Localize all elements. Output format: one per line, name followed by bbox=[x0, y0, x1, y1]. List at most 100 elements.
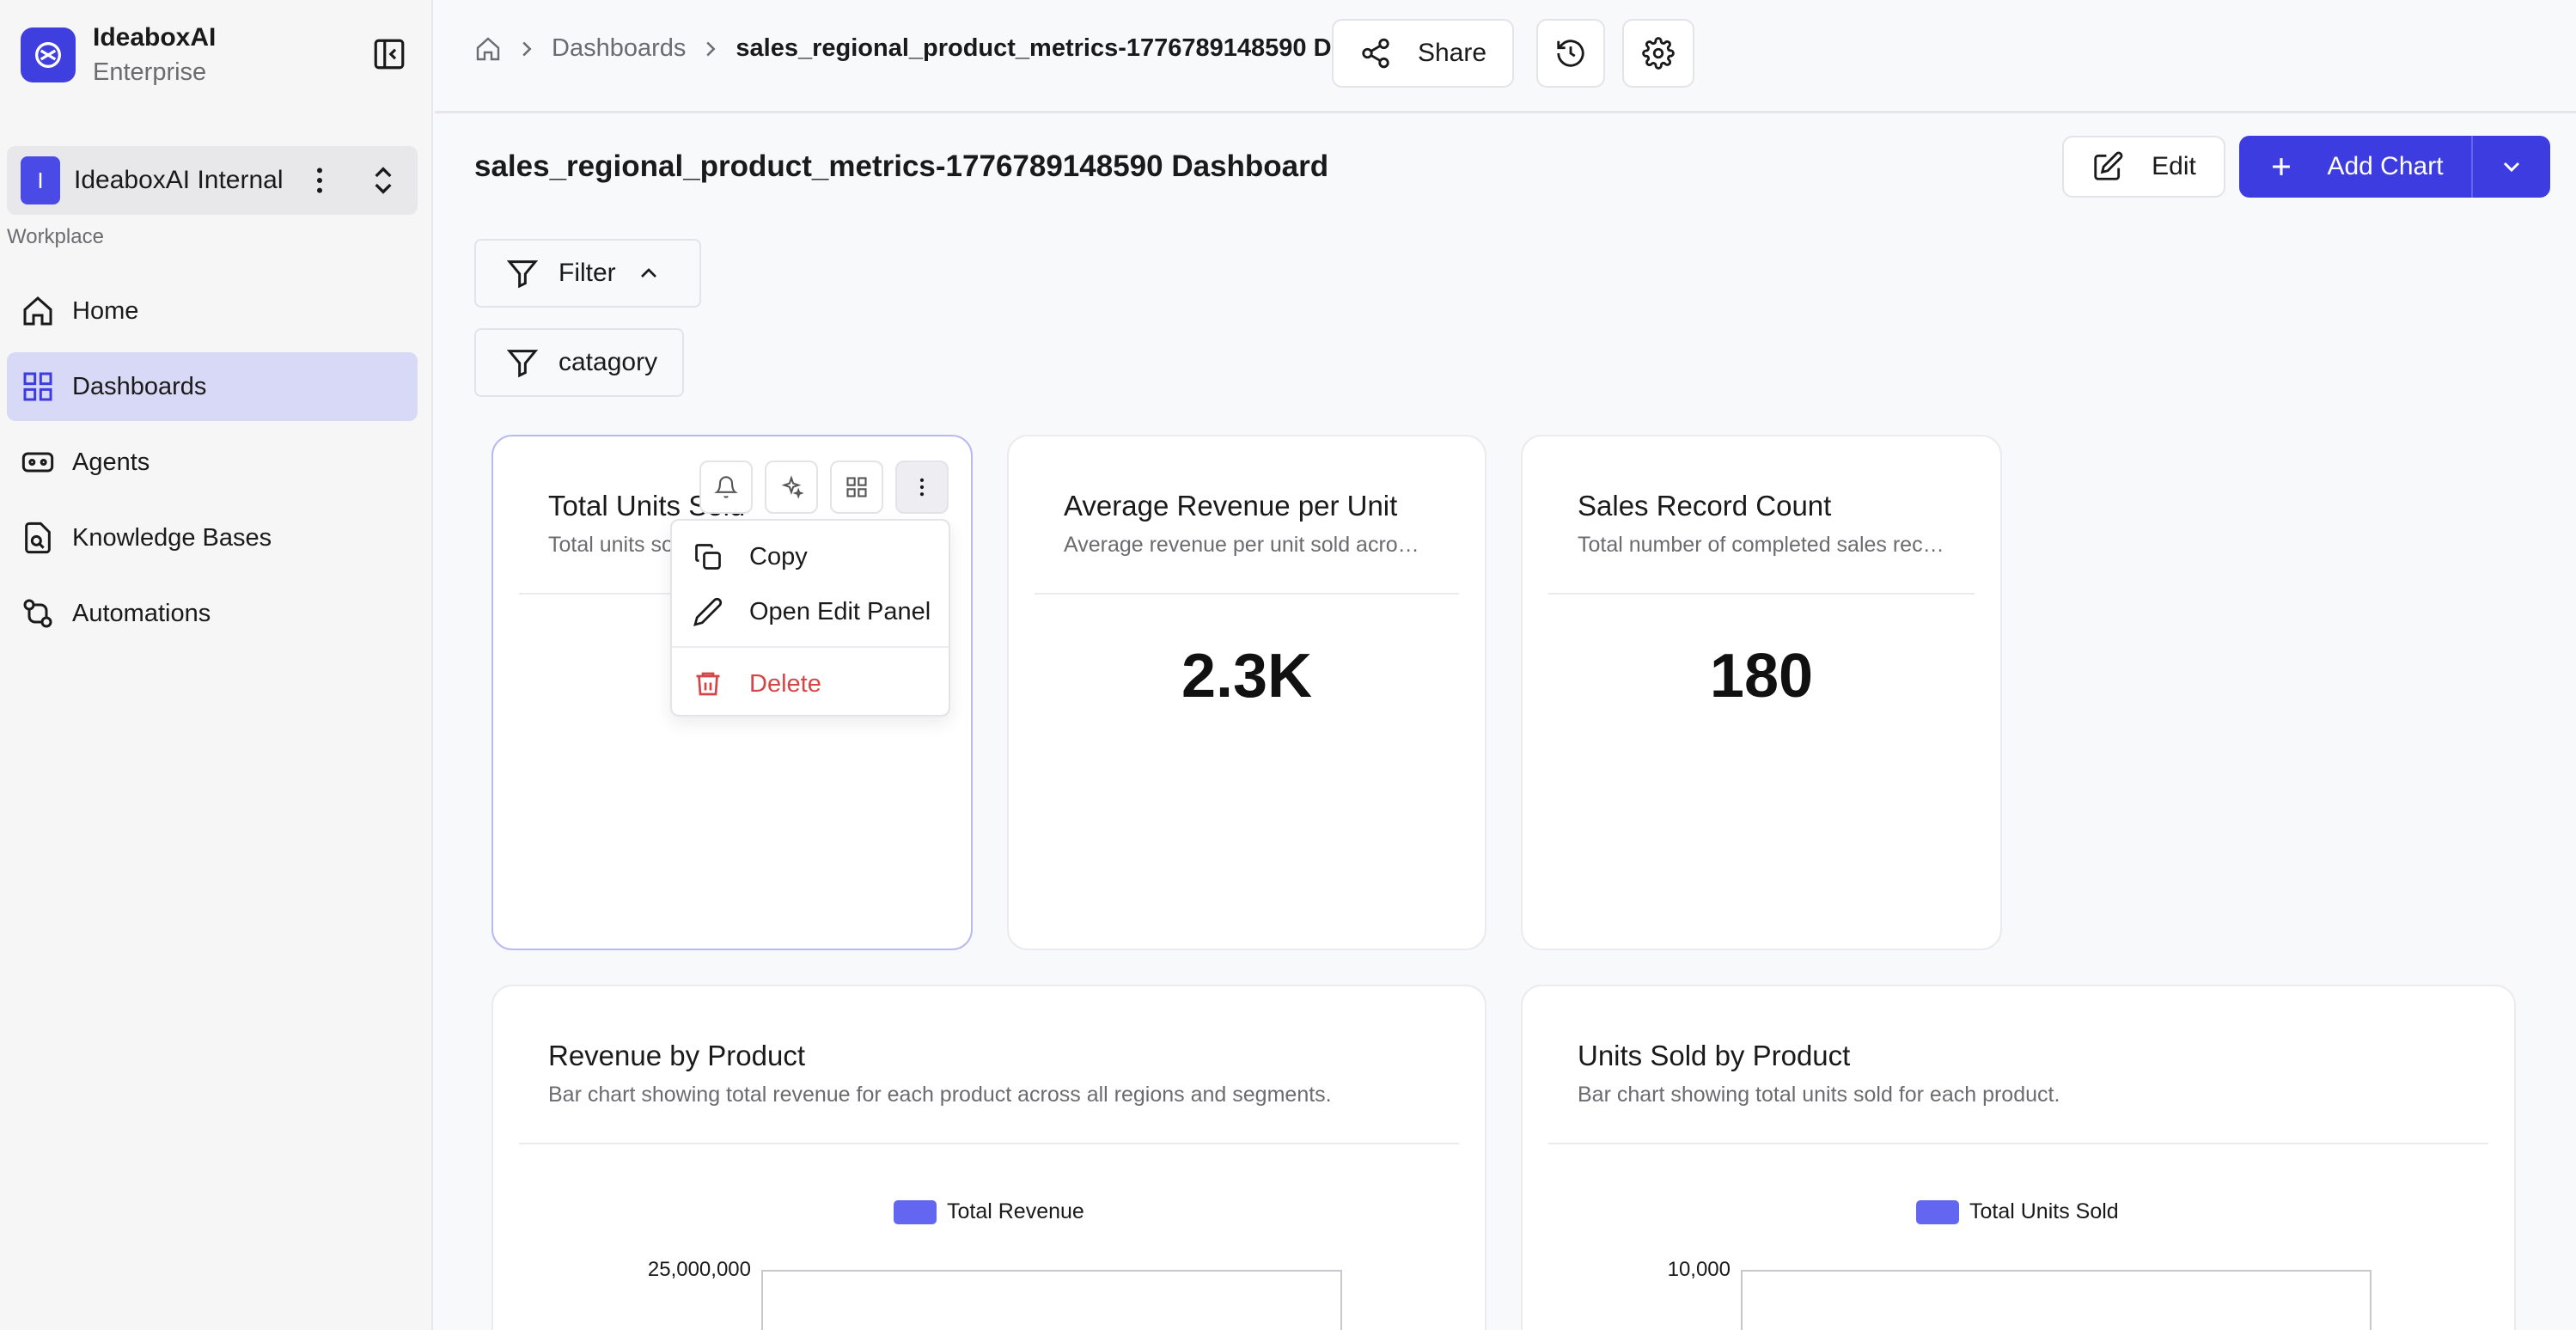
legend-label: Total Revenue bbox=[947, 1199, 1084, 1223]
card-context-menu: Copy Open Edit Panel Delete bbox=[670, 519, 950, 717]
chevron-down-icon bbox=[2498, 153, 2525, 180]
workflow-icon bbox=[21, 596, 55, 631]
legend-swatch bbox=[894, 1199, 937, 1224]
trash-icon bbox=[693, 668, 723, 699]
bell-icon bbox=[714, 475, 738, 499]
menu-item-label: Open Edit Panel bbox=[749, 597, 931, 625]
layout-grid-icon bbox=[845, 475, 869, 499]
breadcrumb-dashboards[interactable]: Dashboards bbox=[552, 34, 686, 63]
sidebar-collapse-icon[interactable] bbox=[371, 36, 407, 72]
card-description: Bar chart showing total revenue for each… bbox=[548, 1083, 1332, 1107]
home-icon bbox=[21, 294, 55, 328]
card-title: Units Sold by Product bbox=[1578, 1040, 1851, 1071]
edit-label: Edit bbox=[2152, 152, 2196, 180]
brand[interactable]: IdeaboxAI Enterprise bbox=[21, 21, 216, 89]
org-avatar: I bbox=[21, 156, 60, 204]
copy-icon bbox=[693, 541, 723, 572]
add-chart-label: Add Chart bbox=[2327, 152, 2444, 180]
menu-item-label: Delete bbox=[749, 669, 821, 698]
card-title: Sales Record Count bbox=[1578, 490, 1832, 522]
sidebar-item-label: Dashboards bbox=[72, 372, 207, 400]
filter-icon bbox=[505, 345, 540, 380]
add-chart-button-group: Add Chart bbox=[2239, 136, 2550, 198]
card-title: Revenue by Product bbox=[548, 1040, 806, 1071]
menu-item-delete[interactable]: Delete bbox=[672, 658, 949, 710]
filter-label: Filter bbox=[559, 259, 616, 287]
more-options-button[interactable] bbox=[895, 461, 949, 514]
chart-legend[interactable]: Total Revenue bbox=[894, 1199, 1084, 1224]
history-button[interactable] bbox=[1536, 19, 1605, 88]
category-filter-button[interactable]: catagory bbox=[474, 328, 684, 397]
kpi-value: 180 bbox=[1709, 642, 1814, 711]
chart-plot-area bbox=[761, 1270, 1342, 1330]
kpi-card-avg-revenue[interactable]: Average Revenue per Unit Average revenue… bbox=[1007, 435, 1486, 950]
menu-divider bbox=[672, 646, 949, 648]
sidebar: IdeaboxAI Enterprise I IdeaboxAI Interna… bbox=[0, 0, 433, 1330]
share-label: Share bbox=[1417, 39, 1487, 67]
sidebar-item-label: Automations bbox=[72, 599, 211, 627]
chevrons-up-down-icon[interactable] bbox=[366, 163, 400, 198]
section-label: Workplace bbox=[7, 225, 104, 248]
card-title: Average Revenue per Unit bbox=[1064, 490, 1398, 522]
sidebar-item-label: Knowledge Bases bbox=[72, 523, 272, 552]
menu-item-copy[interactable]: Copy bbox=[672, 531, 949, 583]
gear-icon bbox=[1642, 37, 1675, 70]
sidebar-item-label: Home bbox=[72, 296, 139, 325]
chevron-up-icon bbox=[635, 259, 662, 287]
more-vertical-icon[interactable] bbox=[302, 163, 337, 198]
share-button[interactable]: Share bbox=[1332, 19, 1514, 88]
card-divider bbox=[1035, 593, 1459, 595]
plus-icon bbox=[2267, 152, 2296, 181]
sidebar-item-agents[interactable]: Agents bbox=[7, 428, 418, 497]
pencil-icon bbox=[693, 596, 723, 627]
brand-logo-icon bbox=[21, 27, 76, 82]
document-search-icon bbox=[21, 521, 55, 555]
org-switcher[interactable]: I IdeaboxAI Internal bbox=[7, 146, 418, 215]
layout-button[interactable] bbox=[830, 461, 883, 514]
sidebar-item-automations[interactable]: Automations bbox=[7, 579, 418, 648]
sparkles-icon bbox=[779, 475, 803, 499]
more-vertical-icon bbox=[910, 475, 934, 499]
card-divider bbox=[1548, 1143, 2488, 1144]
chart-legend[interactable]: Total Units Sold bbox=[1916, 1199, 2119, 1224]
menu-item-open-edit-panel[interactable]: Open Edit Panel bbox=[672, 586, 949, 638]
card-divider bbox=[1548, 593, 1975, 595]
card-description: Average revenue per unit sold across all… bbox=[1064, 533, 1425, 557]
sidebar-nav: Home Dashboards Agents Knowledge Bases A… bbox=[7, 277, 418, 655]
sidebar-item-home[interactable]: Home bbox=[7, 277, 418, 345]
legend-swatch bbox=[1916, 1199, 1959, 1224]
share-icon bbox=[1359, 37, 1392, 70]
breadcrumb: Dashboards sales_regional_product_metric… bbox=[474, 34, 1444, 63]
sidebar-item-dashboards[interactable]: Dashboards bbox=[7, 352, 418, 421]
topbar: Dashboards sales_regional_product_metric… bbox=[435, 0, 2576, 113]
card-divider bbox=[519, 1143, 1459, 1144]
sidebar-item-knowledge-bases[interactable]: Knowledge Bases bbox=[7, 503, 418, 572]
brand-name: IdeaboxAI bbox=[93, 23, 217, 52]
settings-button[interactable] bbox=[1622, 19, 1694, 88]
kpi-card-sales-record-count[interactable]: Sales Record Count Total number of compl… bbox=[1521, 435, 2002, 950]
page-title: sales_regional_product_metrics-177678914… bbox=[474, 149, 1329, 183]
sidebar-item-label: Agents bbox=[72, 448, 150, 476]
filter-toggle-button[interactable]: Filter bbox=[474, 239, 701, 308]
grid-icon bbox=[21, 369, 55, 404]
gamepad-icon bbox=[21, 445, 55, 479]
add-chart-dropdown[interactable] bbox=[2473, 136, 2550, 198]
kpi-value: 2.3K bbox=[1181, 642, 1313, 711]
menu-item-label: Copy bbox=[749, 542, 808, 570]
chevron-right-icon bbox=[514, 36, 540, 62]
filter-icon bbox=[505, 256, 540, 290]
home-icon[interactable] bbox=[474, 35, 502, 63]
add-chart-button[interactable]: Add Chart bbox=[2239, 136, 2473, 198]
card-description: Total number of completed sales records bbox=[1578, 533, 1947, 557]
legend-label: Total Units Sold bbox=[1969, 1199, 2119, 1223]
card-description: Bar chart showing total units sold for e… bbox=[1578, 1083, 2060, 1107]
y-axis-tick: 10,000 bbox=[1667, 1258, 1731, 1281]
chevron-right-icon bbox=[698, 36, 723, 62]
history-icon bbox=[1554, 37, 1587, 70]
category-filter-label: catagory bbox=[559, 348, 658, 376]
edit-button[interactable]: Edit bbox=[2062, 136, 2225, 198]
edit-icon bbox=[2091, 150, 2124, 183]
chart-plot-area bbox=[1741, 1270, 2372, 1330]
alert-button[interactable] bbox=[699, 461, 753, 514]
ai-insight-button[interactable] bbox=[765, 461, 818, 514]
